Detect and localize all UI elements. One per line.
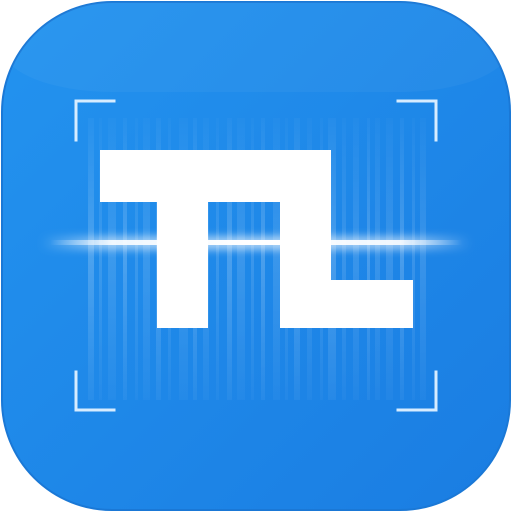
app-icon-graphic: TL [1,1,511,511]
barcode-stripe [400,118,404,400]
barcode-stripe [367,118,370,400]
logo-letter-t-stem [157,150,208,328]
app-icon[interactable]: TL [0,0,512,512]
barcode-stripe [420,118,426,400]
barcode-stripe [353,118,359,400]
barcode-stripe [342,118,346,400]
barcode-stripe [88,118,94,400]
logo-letter-l-foot [280,280,413,328]
barcode-stripe [386,118,393,400]
barcode-stripe [412,118,415,400]
barcode-stripe [375,118,380,400]
scan-line [50,240,462,245]
